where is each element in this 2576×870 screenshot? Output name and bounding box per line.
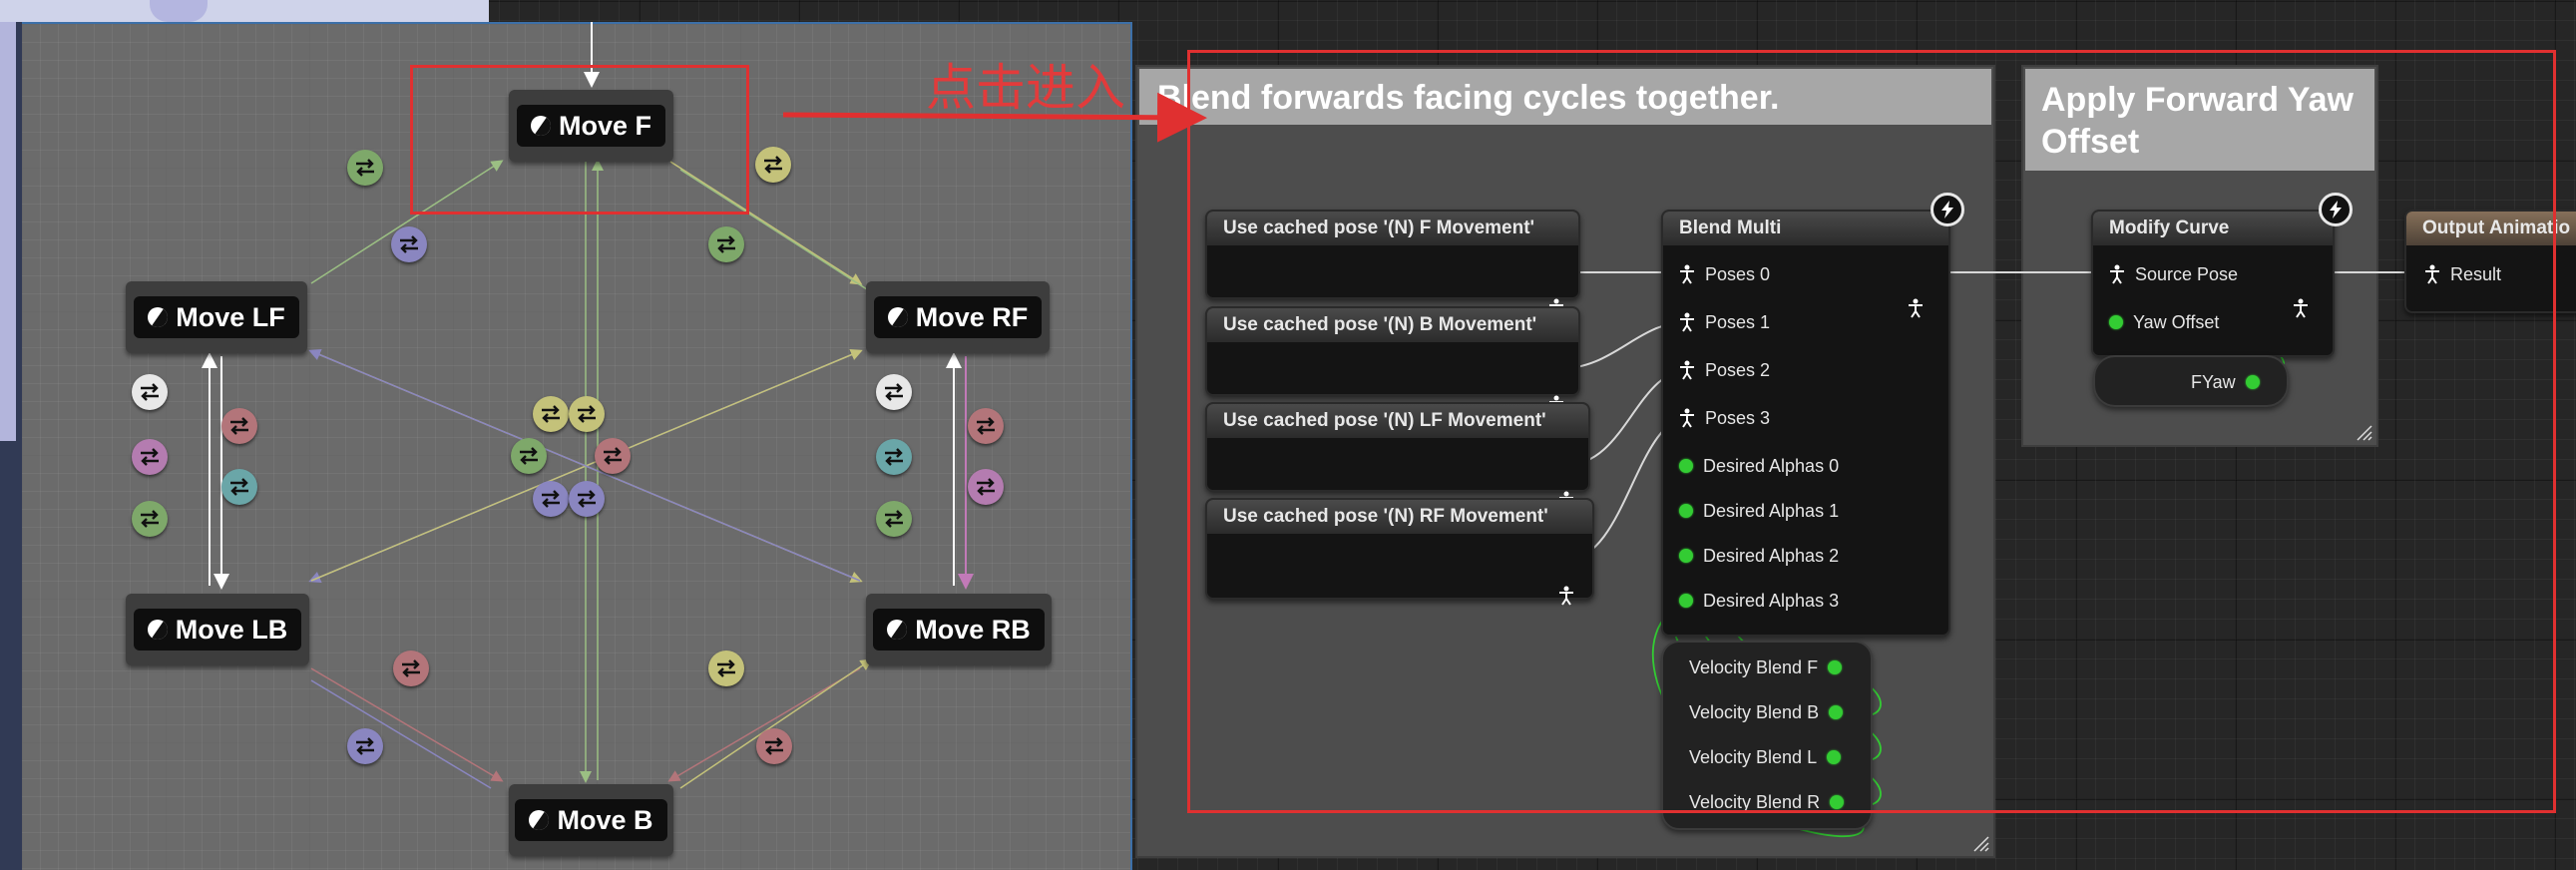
state-icon [887, 307, 908, 327]
state-icon [887, 620, 908, 640]
transition-rule-icon[interactable] [132, 439, 168, 475]
transition-rule-icon[interactable] [968, 469, 1004, 505]
transition-rule-icon[interactable] [569, 481, 605, 517]
transition-rule-icon[interactable] [756, 728, 792, 764]
transition-rule-icon[interactable] [347, 150, 383, 186]
transition-rule-icon[interactable] [755, 147, 791, 183]
state-icon [529, 810, 550, 830]
highlight-box-move-f [410, 65, 749, 215]
transition-rule-icon[interactable] [393, 651, 429, 686]
transition-rule-icon[interactable] [569, 396, 605, 432]
state-label: Move RF [915, 301, 1029, 332]
state-label: Move LB [175, 614, 288, 645]
transition-rule-icon[interactable] [708, 651, 744, 686]
transition-rule-icon[interactable] [876, 439, 912, 475]
state-node-move-lb[interactable]: Move LB [126, 594, 309, 665]
highlight-box-graph [1187, 50, 2556, 813]
state-node-move-rb[interactable]: Move RB [866, 594, 1052, 665]
transition-rule-icon[interactable] [132, 374, 168, 410]
annotation-text: 点击进入 [926, 59, 1125, 117]
state-label: Move LF [176, 301, 285, 332]
transition-rule-icon[interactable] [221, 469, 257, 505]
transition-rule-icon[interactable] [511, 438, 547, 474]
state-label: Move RB [915, 614, 1031, 645]
state-node-move-rf[interactable]: Move RF [866, 281, 1050, 353]
resize-grip-icon[interactable] [1971, 834, 1989, 852]
transition-rule-icon[interactable] [876, 501, 912, 537]
state-icon [147, 620, 168, 640]
state-node-move-b[interactable]: Move B [509, 784, 673, 856]
transition-rule-icon[interactable] [533, 481, 569, 517]
state-label: Move B [557, 804, 653, 835]
transition-rule-icon[interactable] [347, 728, 383, 764]
transition-rule-icon[interactable] [533, 396, 569, 432]
state-icon [148, 307, 169, 327]
transition-rule-icon[interactable] [708, 226, 744, 262]
transition-rule-icon[interactable] [968, 408, 1004, 444]
transition-rule-icon[interactable] [876, 374, 912, 410]
viewport-preview [0, 0, 489, 22]
viewport-strip [0, 22, 22, 870]
transition-rule-icon[interactable] [221, 408, 257, 444]
transition-rule-icon[interactable] [595, 438, 631, 474]
state-node-move-lf[interactable]: Move LF [126, 281, 307, 353]
transition-rule-icon[interactable] [132, 501, 168, 537]
transition-rule-icon[interactable] [391, 226, 427, 262]
